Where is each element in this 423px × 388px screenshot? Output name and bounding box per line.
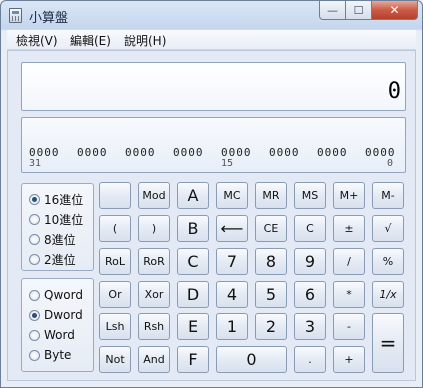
digit-5-key[interactable]: 5 — [255, 281, 287, 308]
bit-group[interactable]: 0000 — [317, 146, 348, 159]
bit-display: 0000 0000 0000 0000 0000 0000 0000 0000 … — [21, 117, 406, 173]
radio-dec[interactable]: 10進位 — [29, 211, 83, 228]
digit-4-key[interactable]: 4 — [216, 281, 248, 308]
digit-6-key[interactable]: 6 — [294, 281, 326, 308]
close-icon: ✕ — [389, 3, 400, 17]
reciprocal-key[interactable]: 1/x — [372, 281, 404, 308]
or-key[interactable]: Or — [99, 281, 131, 308]
title-bar[interactable]: 小算盤 — ☐ ✕ — [1, 1, 422, 29]
radio-oct[interactable]: 8進位 — [29, 231, 76, 248]
rotate-left-key[interactable]: RoL — [99, 248, 131, 275]
radio-button-icon[interactable] — [29, 254, 40, 265]
radio-button-icon[interactable] — [29, 349, 40, 361]
memory-add-key[interactable]: M+ — [333, 182, 365, 209]
calculator-window: 小算盤 — ☐ ✕ 檢視(V) 編輯(E) 說明(H) 0 0000 0000 … — [0, 0, 423, 388]
hex-d-key[interactable]: D — [177, 281, 209, 308]
and-key[interactable]: And — [138, 346, 170, 373]
radio-bin[interactable]: 2進位 — [29, 251, 76, 268]
bit-position-label: 0 — [387, 158, 394, 169]
square-root-key[interactable]: √ — [372, 215, 404, 242]
digit-9-key[interactable]: 9 — [294, 248, 326, 275]
hex-e-key[interactable]: E — [177, 313, 209, 340]
display-panel: 0 — [21, 62, 406, 111]
add-key[interactable]: + — [333, 346, 365, 373]
radio-label: 16進位 — [44, 193, 84, 207]
digit-1-key[interactable]: 1 — [216, 313, 248, 340]
minimize-button[interactable]: — — [319, 1, 346, 20]
hex-f-key[interactable]: F — [177, 346, 209, 373]
bit-group[interactable]: 0000 — [77, 146, 108, 159]
not-key[interactable]: Not — [99, 346, 131, 373]
radio-button-icon[interactable] — [29, 329, 40, 341]
hex-c-key[interactable]: C — [177, 248, 209, 275]
radio-button-icon[interactable] — [29, 289, 40, 301]
xor-key[interactable]: Xor — [138, 281, 170, 308]
calculator-icon — [9, 8, 22, 23]
digit-7-key[interactable]: 7 — [216, 248, 248, 275]
word-size-group: Qword Dword Word Byte — [21, 278, 94, 372]
menu-help[interactable]: 說明(H) — [124, 32, 166, 49]
hex-b-key[interactable]: B — [177, 215, 209, 242]
digit-2-key[interactable]: 2 — [255, 313, 287, 340]
decimal-key[interactable]: . — [294, 346, 326, 373]
radio-label: 10進位 — [44, 213, 84, 227]
radio-label: 8進位 — [44, 233, 76, 247]
number-base-group: 16進位 10進位 8進位 2進位 — [21, 183, 94, 271]
radio-button-icon[interactable] — [29, 309, 40, 321]
blank-key[interactable] — [99, 182, 131, 209]
hex-a-key[interactable]: A — [177, 182, 209, 209]
close-paren-key[interactable]: ) — [138, 215, 170, 242]
bit-group[interactable]: 0000 — [125, 146, 156, 159]
rotate-right-key[interactable]: RoR — [138, 248, 170, 275]
bit-position-label: 15 — [221, 158, 234, 169]
subtract-key[interactable]: - — [333, 313, 365, 340]
display-value: 0 — [387, 79, 401, 104]
radio-byte[interactable]: Byte — [29, 348, 71, 362]
radio-button-icon[interactable] — [29, 194, 40, 205]
digit-3-key[interactable]: 3 — [294, 313, 326, 340]
window-title: 小算盤 — [29, 11, 69, 26]
radio-dword[interactable]: Dword — [29, 308, 83, 322]
calculator-body: 0 0000 0000 0000 0000 0000 0000 0000 000… — [7, 50, 416, 381]
mod-key[interactable]: Mod — [138, 182, 170, 209]
menu-view[interactable]: 檢視(V) — [16, 32, 58, 49]
close-button[interactable]: ✕ — [372, 1, 418, 20]
memory-recall-key[interactable]: MR — [255, 182, 287, 209]
memory-store-key[interactable]: MS — [294, 182, 326, 209]
radio-label: Word — [44, 328, 75, 342]
memory-clear-key[interactable]: MC — [216, 182, 248, 209]
minimize-icon: — — [327, 3, 338, 17]
radio-label: 2進位 — [44, 253, 76, 267]
radio-button-icon[interactable] — [29, 234, 40, 245]
open-paren-key[interactable]: ( — [99, 215, 131, 242]
bit-group[interactable]: 0000 — [173, 146, 204, 159]
memory-subtract-key[interactable]: M- — [372, 182, 404, 209]
radio-label: Byte — [44, 348, 72, 362]
radio-label: Dword — [44, 308, 83, 322]
menu-edit[interactable]: 編輯(E) — [70, 32, 111, 49]
digit-8-key[interactable]: 8 — [255, 248, 287, 275]
radio-hex[interactable]: 16進位 — [29, 191, 83, 208]
radio-word[interactable]: Word — [29, 328, 75, 342]
radio-label: Qword — [44, 288, 83, 302]
backspace-key[interactable]: ⟵ — [216, 215, 248, 242]
negate-key[interactable]: ± — [333, 215, 365, 242]
bit-position-label: 31 — [29, 158, 42, 169]
radio-qword[interactable]: Qword — [29, 288, 83, 302]
clear-key[interactable]: C — [294, 215, 326, 242]
caption-buttons: — ☐ ✕ — [319, 1, 418, 20]
digit-0-key[interactable]: 0 — [216, 346, 287, 373]
clear-entry-key[interactable]: CE — [255, 215, 287, 242]
equals-key[interactable]: = — [372, 313, 404, 373]
multiply-key[interactable]: * — [333, 281, 365, 308]
left-shift-key[interactable]: Lsh — [99, 313, 131, 340]
bit-group[interactable]: 0000 — [269, 146, 300, 159]
percent-key[interactable]: % — [372, 248, 404, 275]
menu-bar: 檢視(V) 編輯(E) 說明(H) — [7, 30, 416, 50]
maximize-button[interactable]: ☐ — [346, 1, 372, 20]
radio-button-icon[interactable] — [29, 214, 40, 225]
right-shift-key[interactable]: Rsh — [138, 313, 170, 340]
divide-key[interactable]: / — [333, 248, 365, 275]
maximize-icon: ☐ — [353, 3, 364, 17]
